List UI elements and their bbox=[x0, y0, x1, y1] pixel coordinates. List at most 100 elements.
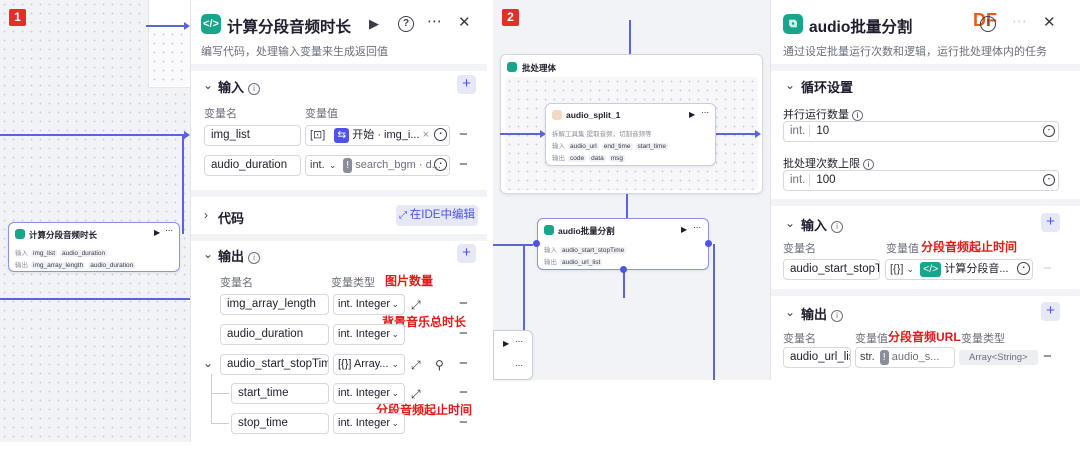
more-icon[interactable]: ⋯ bbox=[701, 108, 709, 117]
output-name-field[interactable]: audio_duration bbox=[220, 324, 329, 345]
code-node-title: 计算分段音频时长 bbox=[29, 230, 98, 240]
input-section-title: 输入 i bbox=[218, 77, 261, 96]
partial-node[interactable]: ▶ ⋯ ⋯ bbox=[493, 330, 533, 380]
remove-input-button[interactable]: − bbox=[1043, 261, 1052, 276]
play-icon[interactable]: ▶ bbox=[689, 110, 695, 119]
node-port-left[interactable] bbox=[533, 240, 540, 247]
tree-line bbox=[211, 423, 229, 424]
code-node-card[interactable]: 计算分段音频时长 ▶ ⋯ 输入 img_list audio_duration 输出… bbox=[8, 222, 180, 272]
play-icon[interactable]: ▶ bbox=[681, 225, 687, 234]
output-type-select[interactable]: int. Integer ⌄ bbox=[333, 324, 405, 345]
remove-input-button[interactable]: − bbox=[459, 157, 468, 172]
node-output-row: 输出 img_array_length audio_duration bbox=[15, 262, 136, 269]
output-child-name-field[interactable]: start_time bbox=[231, 383, 329, 404]
input-name-field[interactable]: audio_duration bbox=[204, 155, 301, 176]
remove-output-button[interactable]: − bbox=[459, 296, 468, 311]
collapse-chevron-icon[interactable]: ⌄ bbox=[785, 78, 795, 92]
output-name-field[interactable]: audio_url_lis bbox=[783, 347, 851, 368]
step-marker: 1 bbox=[9, 9, 26, 26]
connection-line bbox=[500, 133, 542, 135]
node-port-right[interactable] bbox=[705, 240, 712, 247]
edit-in-ide-button[interactable]: ⤢ 在IDE中编辑 bbox=[396, 205, 478, 226]
more-icon[interactable]: ⋯ bbox=[1012, 13, 1027, 31]
collapse-chevron-icon[interactable]: ⌄ bbox=[785, 305, 795, 319]
output-child-name-field[interactable]: stop_time bbox=[231, 413, 329, 434]
remove-output-button[interactable]: − bbox=[459, 356, 468, 371]
more-icon[interactable]: ⋯ bbox=[515, 337, 523, 346]
play-icon[interactable]: ▶ bbox=[369, 15, 379, 33]
remove-output-button[interactable]: − bbox=[1043, 349, 1052, 364]
collapse-chevron-icon[interactable]: ⌄ bbox=[203, 247, 213, 261]
remove-output-button[interactable]: − bbox=[459, 385, 468, 400]
audio-split-node[interactable]: audio_split_1 ▶ ⋯ 拆解工具集·提取音频，切割音频等 输入 aud… bbox=[545, 103, 716, 166]
output-name-field[interactable]: img_array_length bbox=[220, 294, 329, 315]
connection-line bbox=[713, 244, 715, 380]
output-name-field[interactable]: audio_start_stopTime bbox=[220, 354, 329, 375]
connection-line bbox=[0, 298, 190, 300]
canvas-top-node-grid bbox=[150, 30, 190, 86]
divider bbox=[191, 234, 487, 241]
more-icon[interactable]: ⋯ bbox=[427, 13, 442, 31]
output-type-select[interactable]: [{}] Array... ⌄ bbox=[333, 354, 405, 375]
input-value-selector[interactable]: int. ⌄ ! search_bgm · d... ⋅ bbox=[305, 155, 450, 176]
output-name-header: 变量名 bbox=[783, 333, 816, 345]
node-port-bottom[interactable] bbox=[620, 266, 627, 273]
connection-line bbox=[623, 270, 625, 298]
expand-icon[interactable]: ⤢ bbox=[411, 356, 421, 374]
remove-output-button[interactable]: − bbox=[459, 415, 468, 430]
expand-chevron-icon[interactable]: › bbox=[204, 208, 208, 222]
connection-line bbox=[146, 25, 186, 27]
node-config-panel: ⧉ audio批量分割 DF ! ⋯ ✕ 通过设定批量运行次数和逻辑，运行批处理… bbox=[770, 0, 1080, 380]
input-name-field[interactable]: audio_start_stopTin bbox=[783, 259, 880, 280]
output-value-header: 变量值 bbox=[855, 333, 888, 345]
panel-title: 计算分段音频时长 bbox=[227, 19, 352, 36]
audio-split-desc: 拆解工具集·提取音频，切割音频等 bbox=[552, 131, 652, 138]
remove-output-button[interactable]: − bbox=[459, 326, 468, 341]
remove-input-button[interactable]: − bbox=[459, 127, 468, 142]
input-value-selector[interactable]: [⊡] ⇆ 开始 · img_i... × ⋅ bbox=[305, 125, 450, 146]
var-name-header: 变量名 bbox=[204, 108, 237, 120]
input-value-selector[interactable]: [{}] ⌄ </> 计算分段音... ⋅ bbox=[885, 259, 1033, 280]
divider bbox=[771, 199, 1080, 206]
play-icon[interactable]: ▶ bbox=[154, 228, 160, 237]
play-icon[interactable]: ▶ bbox=[503, 339, 509, 348]
collapse-chevron-icon[interactable]: ⌄ bbox=[203, 356, 213, 370]
collapse-chevron-icon[interactable]: ⌄ bbox=[785, 216, 795, 230]
input-name-field[interactable]: img_list bbox=[204, 125, 301, 146]
close-icon[interactable]: ✕ bbox=[458, 14, 471, 32]
connection-line bbox=[182, 134, 184, 234]
step-marker: 2 bbox=[502, 9, 519, 26]
add-input-button[interactable]: + bbox=[1041, 213, 1060, 232]
output-type-select[interactable]: int. Integer ⌄ bbox=[333, 413, 405, 434]
connection-line bbox=[0, 134, 186, 136]
batch-logo-icon: ⧉ bbox=[783, 14, 803, 34]
add-output-button[interactable]: + bbox=[1041, 302, 1060, 321]
more-icon[interactable]: ⋯ bbox=[165, 226, 173, 235]
add-output-button[interactable]: + bbox=[457, 244, 476, 263]
more-icon[interactable]: ⋯ bbox=[515, 361, 523, 370]
more-icon[interactable]: ⋯ bbox=[693, 223, 701, 232]
parallel-count-input[interactable]: int. 10 ⋅ bbox=[783, 121, 1059, 142]
output-value-selector[interactable]: str. ! audio_s... bbox=[855, 347, 955, 368]
batch-limit-label: 批处理次数上限 i bbox=[783, 155, 875, 171]
tree-line bbox=[211, 393, 229, 394]
divider bbox=[771, 64, 1080, 71]
help-icon[interactable]: ! bbox=[980, 16, 996, 32]
close-icon[interactable]: ✕ bbox=[1043, 14, 1056, 32]
add-child-icon[interactable]: ⚲ bbox=[435, 356, 444, 374]
divider bbox=[771, 289, 1080, 296]
batch-limit-input[interactable]: int. 100 ⋅ bbox=[783, 170, 1059, 191]
audio-split-title: audio_split_1 bbox=[566, 110, 621, 120]
add-input-button[interactable]: + bbox=[457, 75, 476, 94]
audio-batch-node[interactable]: audio批量分割 ▶ ⋯ 输入 audio_start_stopTime 输出 a… bbox=[537, 218, 709, 270]
batch-node-logo bbox=[544, 225, 554, 235]
expand-icon[interactable]: ⤢ bbox=[411, 296, 421, 314]
output-type-select[interactable]: int. Integer ⌄ bbox=[333, 294, 405, 315]
output-type-header: 变量类型 bbox=[961, 333, 1005, 345]
collapse-chevron-icon[interactable]: ⌄ bbox=[203, 78, 213, 92]
output-section-title: 输出 i bbox=[801, 304, 844, 323]
output-var-type-badge: Array<String> bbox=[959, 350, 1038, 365]
annotation-image-count: 图片数量 bbox=[385, 274, 434, 288]
help-icon[interactable]: ? bbox=[398, 16, 414, 32]
connection-line bbox=[493, 244, 533, 246]
